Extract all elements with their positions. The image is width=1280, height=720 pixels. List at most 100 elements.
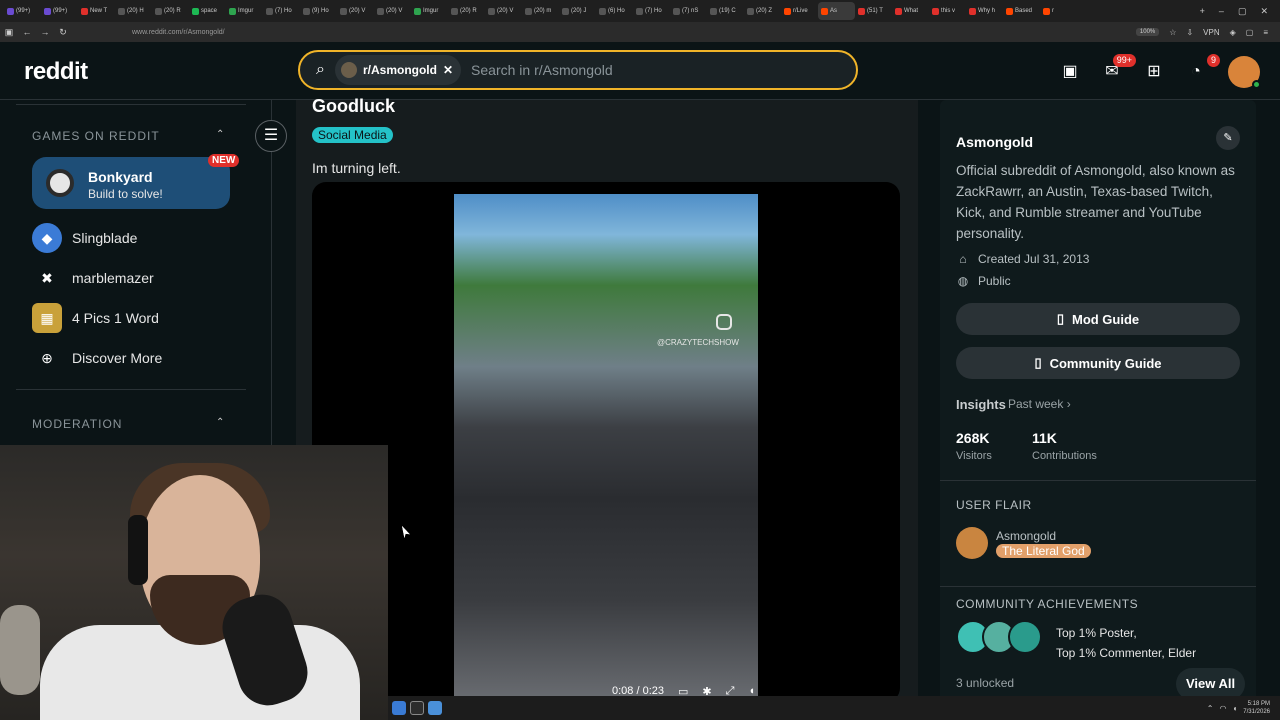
games-section-title[interactable]: GAMES ON REDDIT — [32, 129, 160, 143]
browser-tab[interactable]: space — [189, 2, 226, 20]
browser-tab[interactable]: (19) C — [707, 2, 744, 20]
browser-tab[interactable]: Why h — [966, 2, 1003, 20]
collapse-caret-icon[interactable]: ⌃ — [216, 129, 224, 140]
video-player[interactable]: @CRAZYTECHSHOW 0:08 / 0:23 ▭ ✱ ⤢ ◖ — [312, 182, 900, 702]
mod-guide-button[interactable]: ▯ Mod Guide — [956, 303, 1240, 335]
browser-tab[interactable]: (20) R — [152, 2, 189, 20]
browser-tab[interactable]: (20) Z — [744, 2, 781, 20]
clock-date: 7/31/2026 — [1243, 709, 1270, 715]
window-controls: + – ▢ ✕ — [1200, 6, 1280, 17]
tab-favicon-icon — [340, 7, 347, 15]
tab-favicon-icon — [303, 7, 310, 15]
achievement-badge-icon — [1008, 620, 1042, 654]
browser-tab[interactable]: (9) Ho — [300, 2, 337, 20]
browser-tab[interactable]: (20) m — [522, 2, 559, 20]
collapse-caret-icon[interactable]: ⌃ — [216, 417, 224, 428]
tab-label: (7) Ho — [275, 8, 292, 14]
tab-favicon-icon — [636, 7, 643, 15]
minimize-icon[interactable]: – — [1219, 6, 1224, 17]
achievement-badges[interactable] — [956, 620, 1042, 654]
reload-icon[interactable]: ↻ — [54, 27, 72, 38]
video-frame[interactable] — [454, 194, 758, 702]
maximize-icon[interactable]: ▢ — [1238, 6, 1247, 17]
browser-tab[interactable]: (7) nS — [670, 2, 707, 20]
create-post-icon[interactable]: ⊞ — [1144, 62, 1164, 82]
notifications-icon[interactable]: ◔ 9 — [1186, 54, 1220, 82]
browser-tab[interactable]: r/Live — [781, 2, 818, 20]
os-taskbar: ⌃ ◠ ◖ 5:18 PM 7/31/2026 — [388, 696, 1280, 720]
browser-tab[interactable]: New T — [78, 2, 115, 20]
tab-label: (20) H — [127, 8, 144, 14]
four-pics-icon: ▦ — [32, 303, 62, 333]
discover-more-link[interactable]: ⊕ Discover More — [32, 344, 162, 372]
menu-icon[interactable]: ≡ — [1263, 28, 1268, 37]
community-name[interactable]: Asmongold — [956, 134, 1033, 150]
visibility: ◍ Public — [956, 274, 1011, 288]
tab-label: (20) V — [497, 8, 514, 14]
browser-tab[interactable]: r — [1040, 2, 1077, 20]
post-flair[interactable]: Social Media — [312, 127, 393, 143]
achievements-title: COMMUNITY ACHIEVEMENTS — [956, 597, 1139, 611]
speaker-icon[interactable]: ◖ — [1232, 704, 1237, 713]
zoom-level[interactable]: 100% — [1135, 28, 1160, 36]
browser-tab[interactable]: (20) V — [485, 2, 522, 20]
advertise-icon[interactable]: ▣ — [1060, 62, 1080, 82]
new-tab-icon[interactable]: + — [1200, 6, 1205, 17]
game-item-marblemazer[interactable]: ✖ marblemazer — [32, 264, 154, 292]
browser-tab[interactable]: (20) J — [559, 2, 596, 20]
back-icon[interactable]: ← — [18, 27, 36, 37]
vpn-badge[interactable]: VPN — [1203, 28, 1219, 37]
taskbar-app-icon[interactable] — [428, 701, 442, 715]
tab-label: (7) nS — [682, 8, 699, 14]
browser-tab[interactable]: Imgur — [411, 2, 448, 20]
post-title[interactable]: Goodluck — [312, 96, 395, 117]
divider — [940, 480, 1256, 481]
user-avatar[interactable] — [1228, 56, 1261, 89]
sidebar-menu-button[interactable]: ☰ — [255, 120, 287, 152]
browser-tab[interactable]: (20) V — [337, 2, 374, 20]
user-flair-badge[interactable]: The Literal God — [996, 544, 1091, 558]
sidebar-toggle-icon[interactable]: ▣ — [0, 27, 18, 38]
browser-tab[interactable]: What — [892, 2, 929, 20]
insights-period[interactable]: Past week › — [1008, 397, 1071, 411]
edit-icon[interactable]: ✎ — [1216, 126, 1240, 150]
moderation-section-title[interactable]: MODERATION — [32, 417, 122, 431]
download-icon[interactable]: ⇩ — [1186, 28, 1193, 37]
browser-tab[interactable]: this v — [929, 2, 966, 20]
browser-tab[interactable]: (6) Ho — [596, 2, 633, 20]
reddit-logo[interactable]: reddit — [24, 58, 88, 86]
wallet-icon[interactable]: ▢ — [1246, 28, 1254, 37]
community-guide-button[interactable]: ▯ Community Guide — [956, 347, 1240, 379]
browser-tab[interactable]: (99+) — [4, 2, 41, 20]
bookmark-icon[interactable]: ☆ — [1169, 28, 1176, 37]
browser-tab[interactable]: (7) Ho — [633, 2, 670, 20]
browser-tab[interactable]: Based — [1003, 2, 1040, 20]
browser-tab[interactable]: (20) H — [115, 2, 152, 20]
browser-tab[interactable]: (20) V — [374, 2, 411, 20]
extensions-icon[interactable]: ◈ — [1230, 28, 1236, 37]
featured-game-bonkyard[interactable]: Bonkyard Build to solve! — [32, 157, 230, 209]
user-flair-name[interactable]: Asmongold — [996, 529, 1056, 543]
browser-tab[interactable]: (7) Ho — [263, 2, 300, 20]
steam-icon[interactable] — [410, 701, 424, 715]
browser-tab[interactable]: Imgur — [226, 2, 263, 20]
search-bar[interactable]: ⌕ r/Asmongold ✕ Search in r/Asmongold — [298, 50, 858, 90]
clock[interactable]: 5:18 PM 7/31/2026 — [1243, 700, 1270, 716]
chat-icon[interactable]: ✉ 99+ — [1102, 54, 1136, 82]
chip-close-icon[interactable]: ✕ — [443, 63, 453, 77]
tray-icon[interactable]: ⌃ — [1207, 704, 1214, 713]
game-item-4-pics-1-word[interactable]: ▦ 4 Pics 1 Word — [32, 303, 159, 333]
subreddit-search-chip[interactable]: r/Asmongold ✕ — [334, 55, 462, 85]
address-bar[interactable]: www.reddit.com/r/Asmongold/ — [132, 29, 225, 36]
tab-label: Imgur — [423, 8, 439, 14]
search-input[interactable]: Search in r/Asmongold — [471, 62, 613, 78]
browser-tab[interactable]: (51) T — [855, 2, 892, 20]
game-item-slingblade[interactable]: ◆ Slingblade — [32, 223, 137, 253]
browser-tab[interactable]: (99+) — [41, 2, 78, 20]
browser-tab[interactable]: (20) R — [448, 2, 485, 20]
taskbar-app-icon[interactable] — [392, 701, 406, 715]
wifi-icon[interactable]: ◠ — [1219, 704, 1226, 713]
forward-icon[interactable]: → — [36, 27, 54, 37]
close-window-icon[interactable]: ✕ — [1260, 6, 1268, 17]
browser-tab[interactable]: As — [818, 2, 855, 20]
